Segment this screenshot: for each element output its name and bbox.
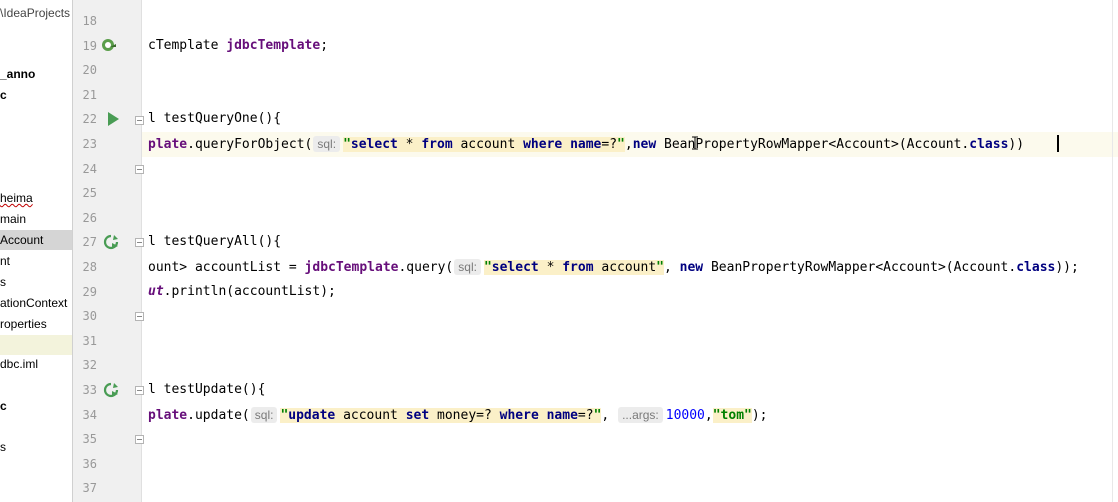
line-number: 36: [82, 456, 97, 471]
tree-item-application-context[interactable]: ationContext: [0, 293, 72, 313]
line-number: 37: [82, 481, 97, 496]
method-declaration: l testQueryAll(){: [148, 234, 282, 250]
code-line-33[interactable]: l testUpdate(){: [148, 378, 265, 403]
parameter-hint: sql:: [454, 259, 481, 275]
code-token: plate: [148, 407, 188, 423]
tree-item-scratches[interactable]: s: [0, 437, 72, 457]
right-margin-guide: [1112, 0, 1113, 502]
keyword-class: class: [969, 137, 1009, 152]
sql-string: "select * from account where name=?": [343, 137, 625, 152]
keyword-new: new: [632, 137, 657, 152]
tree-item-external-lib[interactable]: c: [0, 396, 72, 416]
line-number: 35: [82, 432, 97, 447]
sql-string: "update account set money=? where name=?…: [280, 407, 602, 423]
line-number: 22: [82, 112, 97, 127]
code-token: BeanPropertyRowMapper<Account>(Account.: [703, 260, 1017, 275]
tree-item-blank: [0, 335, 72, 355]
code-line-23[interactable]: plate.queryForObject(sql: "select * from …: [148, 132, 1024, 157]
line-number: 25: [82, 186, 97, 201]
tree-item-properties[interactable]: roperties: [0, 314, 72, 334]
line-number: 24: [82, 161, 97, 176]
code-line-19[interactable]: cTemplate jdbcTemplate;: [148, 34, 328, 59]
keyword-new: new: [679, 260, 704, 275]
line-number: 32: [82, 358, 97, 373]
line-number: 18: [82, 14, 97, 28]
tree-item-account-class[interactable]: Account: [0, 230, 72, 250]
code-token: ;: [320, 37, 329, 53]
code-token: ,: [601, 407, 618, 423]
code-line-27[interactable]: l testQueryAll(){: [148, 230, 281, 255]
line-number: 28: [82, 260, 97, 274]
code-token: .println(accountList);: [163, 283, 336, 299]
mouse-ibeam-cursor: [692, 136, 698, 150]
tree-item-package-itheima[interactable]: heima: [0, 188, 72, 208]
line-number: 33: [82, 383, 97, 397]
code-token: BeanPropertyRowMapper<Account>(Account.: [656, 137, 970, 152]
sql-string: "select * from account": [483, 260, 664, 275]
tree-item-iml-file[interactable]: dbc.iml: [0, 354, 72, 374]
line-number: 26: [82, 210, 97, 225]
code-token: .query(: [398, 260, 454, 275]
line-number: 34: [82, 407, 97, 422]
project-tree[interactable]: \IdeaProjects _anno c heima main Account…: [0, 0, 73, 502]
code-token: ,: [704, 407, 713, 423]
code-token: jdbcTemplate: [226, 37, 321, 53]
rerun-test-icon[interactable]: [103, 382, 119, 398]
method-declaration: l testQueryOne(){: [148, 111, 282, 127]
code-token: .queryForObject(: [187, 137, 313, 152]
tree-item-module[interactable]: _anno: [0, 64, 72, 84]
tree-path-label[interactable]: \IdeaProjects: [0, 3, 72, 23]
line-number: 21: [82, 87, 97, 102]
tree-item-package-domain[interactable]: main: [0, 209, 72, 229]
spring-bean-icon[interactable]: [101, 37, 117, 53]
line-number: 29: [82, 284, 97, 299]
code-token: cTemplate: [148, 37, 227, 53]
code-token: ,: [624, 137, 633, 152]
code-token: ,: [664, 260, 680, 275]
parameter-hint: sql:: [250, 406, 278, 423]
code-token: )): [1008, 137, 1025, 152]
code-token: ount> accountList =: [148, 260, 305, 275]
tree-item-module-jdbc[interactable]: c: [0, 85, 72, 105]
line-number: 30: [82, 309, 97, 324]
line-number: 31: [82, 333, 97, 348]
editor-gutter[interactable]: 18 19 20 21 22 23 24 25 26 27 28 29 30 3…: [73, 0, 144, 502]
code-token: jdbcTemplate: [304, 260, 399, 275]
rerun-test-icon[interactable]: [103, 234, 119, 250]
string-literal: "tom": [712, 407, 752, 423]
code-token: .update(: [187, 407, 250, 423]
code-token: plate: [148, 137, 188, 152]
line-number: 23: [82, 137, 97, 151]
parameter-hint: sql:: [313, 136, 341, 152]
number-literal: 10000: [665, 407, 705, 423]
line-number: 27: [82, 235, 97, 250]
code-line-29[interactable]: ut.println(accountList);: [148, 280, 336, 305]
code-line-34[interactable]: plate.update(sql: "update account set mon…: [148, 403, 768, 428]
run-test-icon[interactable]: [105, 111, 121, 127]
text-caret: [1057, 135, 1059, 152]
line-number: 20: [82, 63, 97, 78]
code-token: ));: [1055, 260, 1079, 275]
code-editor[interactable]: cTemplate jdbcTemplate; l testQueryOne()…: [142, 0, 1118, 502]
code-token: );: [751, 407, 768, 423]
tree-item-resources[interactable]: s: [0, 272, 72, 292]
static-field: ut: [148, 283, 164, 299]
line-number: 19: [82, 38, 97, 53]
parameter-hint: ...args:: [618, 406, 663, 423]
keyword-class: class: [1016, 260, 1056, 275]
method-declaration: l testUpdate(){: [148, 382, 266, 397]
code-line-22[interactable]: l testQueryOne(){: [148, 107, 281, 132]
tree-item-test[interactable]: nt: [0, 251, 72, 271]
code-line-28[interactable]: ount> accountList = jdbcTemplate.query(s…: [148, 255, 1079, 280]
